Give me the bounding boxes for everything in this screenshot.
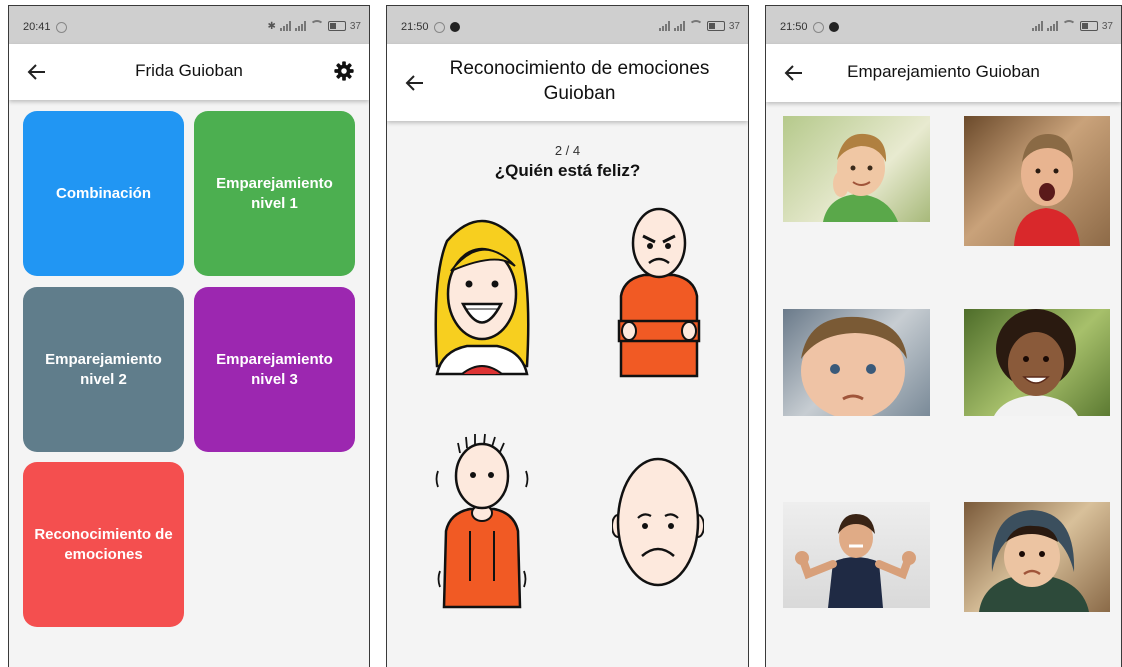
status-time: 20:41 (23, 21, 51, 33)
phone-screen-emotion-recognition: 21:50 37 Reconocimiento de emociones Gui… (386, 5, 749, 667)
status-bar: 21:50 37 (387, 6, 748, 44)
app-bar: Emparejamiento Guioban (766, 44, 1121, 102)
tile-emparejamiento-nivel-1[interactable]: Emparejamiento nivel 1 (194, 111, 355, 276)
tile-emparejamiento-nivel-2[interactable]: Emparejamiento nivel 2 (23, 287, 184, 452)
option-sad-face[interactable] (611, 456, 705, 591)
photo-tearful-child[interactable] (783, 309, 930, 416)
phone-screen-matching: 21:50 37 Emparejamiento Guioban (765, 5, 1122, 667)
photo-shouting-child[interactable] (964, 116, 1110, 246)
tile-reconocimiento-emociones[interactable]: Reconocimiento de emociones (23, 462, 184, 627)
photo-hooded-child[interactable] (964, 502, 1110, 612)
whatsapp-icon (828, 22, 839, 32)
signal-icon (658, 21, 670, 31)
phone-screen-menu: 20:41 ✱ 37 Frida Guioban Combinación Emp… (8, 5, 370, 667)
app-bar: Reconocimiento de emociones Guioban (387, 44, 748, 121)
whatsapp-icon (449, 22, 460, 32)
tile-combinacion[interactable]: Combinación (23, 111, 184, 276)
question-text: ¿Quién está feliz? (494, 161, 641, 180)
progress-counter: 2 / 4 (554, 143, 581, 158)
status-bar: 20:41 ✱ 37 (9, 6, 369, 44)
photo-thumbs-up-child[interactable] (783, 116, 930, 222)
photo-smiling-child[interactable] (964, 309, 1110, 416)
tile-emparejamiento-nivel-3[interactable]: Emparejamiento nivel 3 (194, 287, 355, 452)
battery-level: 37 (728, 20, 740, 32)
wifi-icon (1061, 20, 1076, 32)
sad-face-pictogram-icon (611, 457, 705, 587)
tearful-child-photo-icon (801, 316, 907, 416)
battery-icon (327, 21, 346, 31)
signal-icon (1031, 21, 1043, 31)
battery-level: 37 (349, 20, 361, 32)
wifi-icon (688, 20, 703, 32)
status-time: 21:50 (401, 21, 429, 33)
nervous-boy-pictogram-icon (435, 433, 529, 609)
settings-notification-icon (812, 21, 824, 33)
battery-level: 37 (1101, 20, 1113, 32)
battery-icon (1079, 21, 1098, 31)
page-title: Reconocimiento de emociones Guioban (387, 56, 748, 106)
angry-boy-pictogram-icon (617, 207, 701, 378)
status-time: 21:50 (780, 21, 808, 33)
battery-icon (706, 21, 725, 31)
settings-notification-icon (55, 21, 67, 33)
settings-notification-icon (433, 21, 445, 33)
page-title: Frida Guioban (135, 61, 243, 80)
option-happy-girl[interactable] (427, 206, 537, 376)
photo-angry-girl[interactable] (783, 502, 930, 608)
page-title: Emparejamiento Guioban (847, 62, 1040, 81)
signal-icon-2 (1046, 21, 1058, 31)
app-bar: Frida Guioban (9, 44, 369, 100)
page-title-line-1: Reconocimiento de emociones (449, 58, 710, 79)
wifi-icon (309, 20, 324, 32)
bluetooth-icon: ✱ (267, 20, 276, 32)
thumbs-up-child-photo-icon (823, 133, 898, 222)
option-nervous-boy[interactable] (432, 431, 532, 611)
page-title-line-2: Guioban (543, 83, 616, 104)
shouting-child-photo-icon (1014, 134, 1080, 246)
angry-girl-photo-icon (795, 514, 916, 608)
signal-icon-2 (673, 21, 685, 31)
hooded-child-photo-icon (979, 510, 1089, 612)
option-angry-boy[interactable] (609, 201, 709, 381)
signal-icon (279, 21, 291, 31)
happy-girl-pictogram-icon (434, 219, 530, 376)
signal-icon-2 (294, 21, 306, 31)
settings-gear-icon[interactable] (333, 60, 355, 82)
smiling-child-photo-icon (994, 309, 1078, 416)
status-bar: 21:50 37 (766, 6, 1121, 44)
